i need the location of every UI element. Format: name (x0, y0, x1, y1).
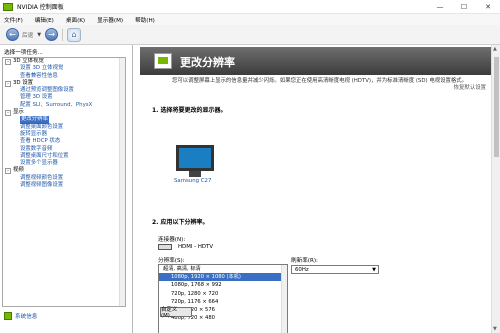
hdmi-connector-icon (158, 244, 172, 250)
content-pane: 更改分辨率 恢复默认设置 您可以调整屏幕上显示的信息量并减少闪烁。如果您正在使用… (134, 45, 500, 333)
resolution-option[interactable]: 720p, 1280 × 720 (159, 290, 287, 298)
resolution-option-selected[interactable]: 1080p, 1920 × 1080 (本机) (159, 273, 287, 282)
tree-item[interactable]: 配置 SLI、Surround、PhysX (3, 102, 125, 109)
tree-item[interactable]: 调整视频图像设置 (3, 182, 125, 189)
resolution-label: 分辨率(S): (158, 258, 185, 264)
menu-file[interactable]: 文件(F) (4, 16, 23, 24)
toolbar-separator (62, 28, 64, 41)
page-header: 更改分辨率 (134, 45, 500, 77)
scroll-up-icon[interactable]: ▲ (493, 46, 497, 52)
display-page-icon (154, 53, 172, 69)
close-button[interactable]: ✕ (476, 0, 500, 14)
collapse-icon[interactable]: - (5, 109, 11, 116)
home-icon[interactable]: ⌂ (67, 27, 82, 42)
menu-edit[interactable]: 编辑(E) (35, 16, 54, 24)
resolution-list[interactable]: 超清, 高清, 标清 1080p, 1920 × 1080 (本机) 1080p… (158, 264, 288, 333)
system-info-label: 系统信息 (15, 314, 38, 320)
tree-item[interactable]: 设置数字音频 (3, 146, 125, 153)
tree-item[interactable]: 查看兼容性信息 (3, 73, 125, 80)
resolution-scrollbar[interactable] (281, 265, 287, 333)
scroll-thumb[interactable] (494, 57, 499, 157)
resolution-option[interactable]: 1080p, 1768 × 992 (159, 281, 287, 289)
tree-item[interactable]: 查看 HDCP 状态 (3, 138, 125, 145)
window-controls: — ☐ ✕ (428, 0, 500, 14)
toolbar: ← 后退 ▼ → ⌂ (0, 25, 500, 45)
menu-help[interactable]: 帮助(H) (135, 16, 155, 24)
refresh-rate-select[interactable]: 60Hz ▼ (291, 265, 379, 274)
content-scrollbar[interactable]: ▲ ▼ (491, 45, 500, 333)
window-title: NVIDIA 控制面板 (17, 4, 64, 11)
scroll-down-icon[interactable]: ▼ (493, 326, 497, 332)
chevron-down-icon[interactable]: ▼ (372, 266, 376, 274)
monitor-icon[interactable] (176, 145, 214, 171)
maximize-button[interactable]: ☐ (452, 0, 476, 14)
tree-item[interactable]: 管理 3D 设置 (3, 94, 125, 101)
minimize-button[interactable]: — (428, 0, 452, 14)
tree-item[interactable]: 设置 3D 立体视觉 (3, 65, 125, 72)
tree-category-video[interactable]: - 视频 (3, 167, 125, 175)
tree-item[interactable]: 调整视频颜色设置 (3, 175, 125, 182)
collapse-icon[interactable]: - (5, 168, 11, 175)
refresh-rate-value: 60Hz (295, 267, 309, 273)
header-bar: 更改分辨率 (140, 47, 492, 75)
step1-title: 1. 选择将要更改的显示器。 (152, 107, 227, 114)
monitor-stand (189, 171, 201, 177)
monitor-label[interactable]: Samsung C27 (174, 178, 211, 184)
task-label: 选择一项任务... (4, 50, 43, 56)
connector-row: HDMI - HDTV (158, 244, 213, 250)
tree-item[interactable]: 调整桌面颜色设置 (3, 124, 125, 131)
task-tree: - 3D 立体视觉 设置 3D 立体视觉 查看兼容性信息 - 3D 设置 通过预… (2, 57, 126, 307)
title-bar: NVIDIA 控制面板 — ☐ ✕ (0, 0, 500, 14)
task-pane: 选择一项任务... - 3D 立体视觉 设置 3D 立体视觉 查看兼容性信息 -… (0, 45, 133, 333)
info-icon (4, 312, 12, 320)
refresh-rate-label: 刷新率(R): (291, 258, 318, 264)
resolution-category: 超清, 高清, 标清 (163, 266, 201, 272)
custom-button[interactable]: 自定义(M)... (160, 307, 192, 319)
back-button-label[interactable]: 后退 (22, 31, 33, 39)
page-description: 您可以调整屏幕上显示的信息量并减少闪烁。如果您正在使用高清晰度电视 (HDTV)… (172, 78, 468, 84)
tree-item-change-resolution[interactable]: 更改分辨率 (3, 116, 125, 124)
page-title: 更改分辨率 (180, 56, 235, 69)
connector-label: 连接器(N): (158, 237, 186, 243)
menu-display[interactable]: 显示器(M) (97, 16, 123, 24)
step2-title: 2. 应用以下分辨率。 (152, 219, 209, 226)
connector-value: HDMI - HDTV (178, 244, 214, 250)
system-info-link[interactable]: 系统信息 (4, 312, 37, 320)
chevron-down-icon[interactable]: ▼ (37, 32, 41, 38)
collapse-icon[interactable]: - (5, 58, 11, 65)
arrow-left-icon[interactable]: ← (6, 28, 19, 41)
arrow-right-icon[interactable]: → (45, 28, 59, 41)
tree-scrollbar[interactable] (119, 58, 125, 306)
nvidia-logo-icon (3, 2, 13, 11)
menu-desktop[interactable]: 桌面(K) (66, 16, 85, 24)
collapse-icon[interactable]: - (5, 80, 11, 87)
menu-bar: 文件(F) 编辑(E) 桌面(K) 显示器(M) 帮助(H) (0, 14, 500, 25)
